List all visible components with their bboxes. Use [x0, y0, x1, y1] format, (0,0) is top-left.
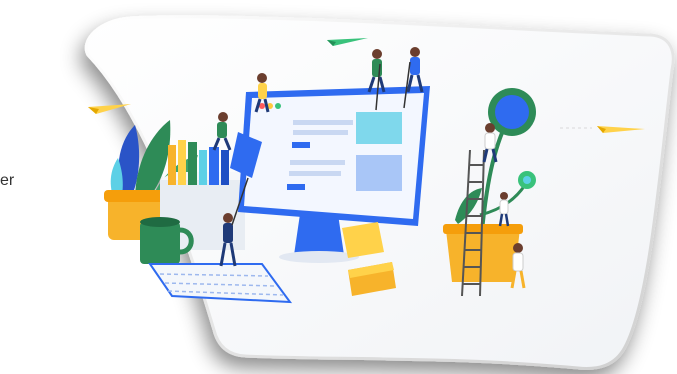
- illustration-svg: [84, 15, 675, 370]
- green-dot-icon: [275, 103, 281, 109]
- illustration-card: [0, 0, 677, 374]
- right-plant-pot: [446, 228, 520, 282]
- paper-plane-yellow-left-icon: [88, 104, 131, 114]
